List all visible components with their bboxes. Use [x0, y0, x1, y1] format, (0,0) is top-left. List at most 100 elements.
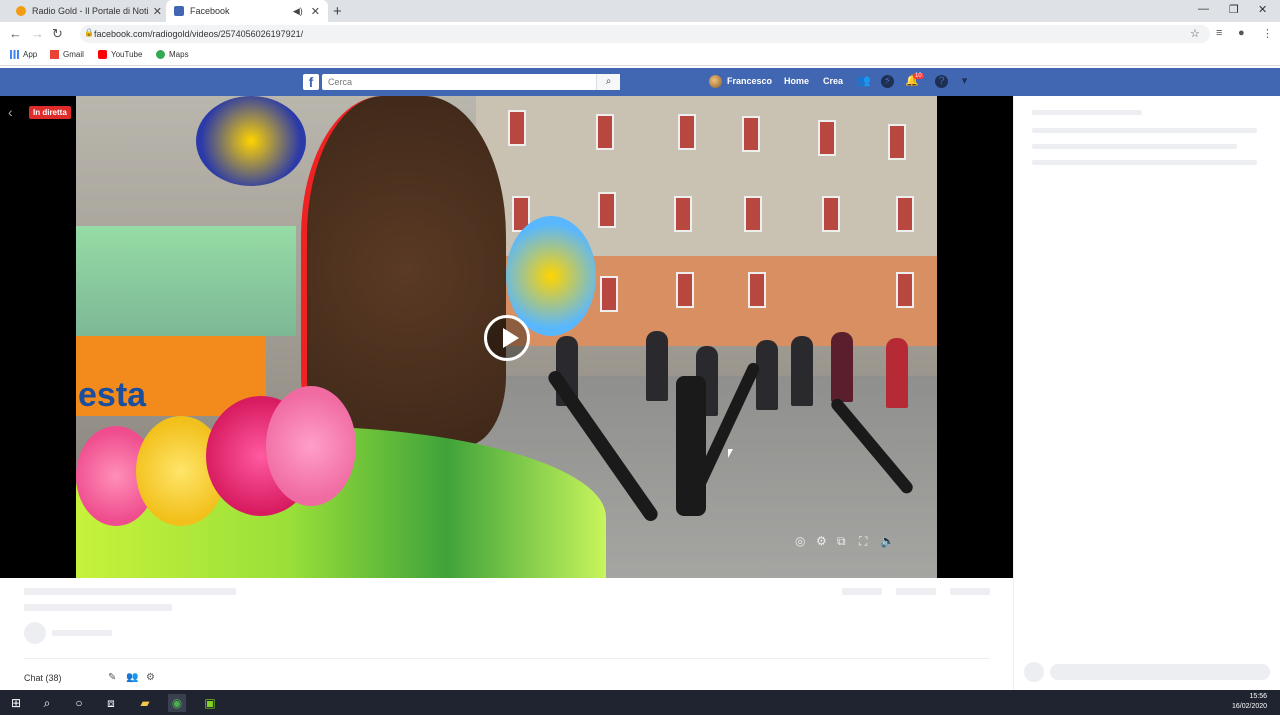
video-window [598, 192, 616, 228]
loading-placeholder [842, 588, 882, 595]
tab-radio-gold[interactable]: Radio Gold - Il Portale di Notizie ✕ [8, 0, 170, 22]
video-window [600, 276, 618, 312]
video-window [508, 110, 526, 146]
bookmark-youtube[interactable]: YouTube [98, 50, 142, 59]
task-view-icon[interactable]: ⧈ [102, 694, 120, 712]
home-link[interactable]: Home [784, 76, 809, 86]
right-column [1013, 96, 1280, 690]
apps-grid-icon [10, 50, 19, 59]
mouse-cursor [728, 449, 733, 458]
chevron-down-icon[interactable]: ▾ [958, 75, 971, 88]
create-link[interactable]: Crea [823, 76, 843, 86]
compose-icon[interactable]: ✎ [108, 672, 116, 683]
group-icon[interactable]: 👥 [126, 672, 138, 683]
live-badge: In diretta [29, 106, 71, 119]
file-explorer-icon[interactable]: ▰ [136, 694, 154, 712]
video-window [896, 196, 914, 232]
search-placeholder: Cerca [328, 77, 353, 87]
lock-icon[interactable]: 🔒 [84, 28, 94, 37]
vr-icon[interactable]: ◎ [795, 534, 805, 548]
help-icon[interactable]: ? [935, 75, 948, 88]
close-window-icon[interactable]: ✕ [1258, 3, 1267, 16]
new-tab-icon[interactable]: + [333, 3, 342, 20]
reading-list-icon[interactable]: ≡ [1216, 27, 1222, 39]
avatar[interactable] [709, 75, 722, 88]
close-tab-icon[interactable]: ✕ [311, 5, 320, 18]
profile-link[interactable]: Francesco [727, 76, 772, 86]
video-window [596, 114, 614, 150]
gmail-icon [50, 50, 59, 59]
restore-icon[interactable]: ❐ [1229, 3, 1239, 16]
loading-placeholder [1032, 110, 1142, 115]
facebook-header: f Cerca ⌕ Francesco Home Crea 👥 ⚡ 🔔 ? ▾ [0, 68, 1280, 96]
cortana-icon[interactable]: ○ [70, 694, 88, 712]
tab-facebook[interactable]: Facebook ◀) ✕ [166, 0, 328, 22]
video-window [888, 124, 906, 160]
close-tab-icon[interactable]: ✕ [153, 5, 162, 18]
windows-taskbar: ⊞ ⌕ ○ ⧈ ▰ ◉ ▣ 15:56 16/02/2020 [0, 690, 1280, 715]
url-text: facebook.com/radiogold/videos/2574056026… [94, 29, 304, 39]
loading-placeholder [24, 622, 46, 644]
play-button[interactable] [484, 315, 530, 361]
loading-placeholder [24, 604, 172, 611]
loading-placeholder [52, 630, 112, 636]
bookmark-star-icon[interactable]: ☆ [1190, 27, 1200, 40]
video-float-rail [76, 226, 296, 336]
bookmark-maps[interactable]: Maps [156, 50, 189, 59]
video-flowers [266, 386, 356, 506]
facebook-favicon-icon [174, 6, 184, 16]
menu-kebab-icon[interactable]: ⋮ [1262, 27, 1273, 40]
radio-gold-favicon-icon [16, 6, 26, 16]
windows-start-icon[interactable]: ⊞ [7, 694, 25, 712]
reload-icon[interactable]: ↻ [52, 26, 63, 42]
back-icon[interactable]: ← [9, 26, 22, 41]
chat-label: Chat (38) [24, 673, 62, 683]
loading-placeholder [950, 588, 990, 595]
video-flowers [196, 96, 306, 186]
bookmarks-bar: App Gmail YouTube Maps [0, 46, 1280, 66]
video-window [674, 196, 692, 232]
messenger-icon[interactable]: ⚡ [881, 75, 894, 88]
notification-badge: 10 [913, 73, 924, 79]
loading-placeholder [1024, 662, 1044, 682]
profile-icon[interactable]: ● [1238, 27, 1245, 39]
loading-placeholder [1032, 128, 1257, 133]
speaker-icon[interactable]: ◀) [293, 6, 303, 17]
friends-icon[interactable]: 👥 [857, 75, 871, 88]
bookmark-label: YouTube [111, 50, 143, 59]
gear-icon[interactable]: ⚙ [816, 534, 827, 548]
bookmark-gmail[interactable]: Gmail [50, 50, 84, 59]
bookmark-apps[interactable]: App [10, 50, 37, 59]
divider [24, 658, 990, 659]
loading-placeholder [1032, 160, 1257, 165]
video-window [744, 196, 762, 232]
search-icon[interactable]: ⌕ [38, 694, 56, 712]
tab-strip: Radio Gold - Il Portale di Notizie ✕ Fac… [0, 0, 1280, 22]
fullscreen-icon[interactable]: ⛶ [859, 534, 867, 549]
loading-placeholder [1032, 144, 1237, 149]
volume-icon[interactable]: 🔈 [880, 534, 895, 548]
minimize-icon[interactable]: — [1198, 3, 1209, 15]
clock-time: 15:56 [1249, 693, 1268, 700]
search-icon[interactable]: ⌕ [596, 74, 620, 90]
loading-placeholder [24, 588, 236, 595]
video-window [748, 272, 766, 308]
system-clock[interactable]: 15:56 16/02/2020 [1232, 692, 1267, 712]
bookmark-label: App [23, 50, 38, 59]
picture-in-picture-icon[interactable]: ⧉ [837, 534, 846, 549]
address-bar-row: ← → ↻ facebook.com/radiogold/videos/2574… [0, 22, 1280, 46]
clock-date: 16/02/2020 [1232, 703, 1268, 710]
video-window [742, 116, 760, 152]
forward-icon[interactable]: → [31, 26, 44, 41]
search-input[interactable]: Cerca [322, 74, 620, 90]
chat-bar[interactable]: Chat (38) [24, 668, 164, 688]
gear-icon[interactable]: ⚙ [146, 672, 155, 683]
facebook-logo-icon[interactable]: f [303, 74, 319, 90]
maps-icon [156, 50, 165, 59]
app-icon[interactable]: ▣ [201, 694, 219, 712]
float-sign-text: esta [78, 376, 147, 414]
chrome-icon[interactable]: ◉ [168, 694, 186, 712]
video-window [822, 196, 840, 232]
url-field[interactable]: facebook.com/radiogold/videos/2574056026… [80, 25, 1210, 43]
back-arrow-icon[interactable]: ‹ [8, 104, 13, 120]
